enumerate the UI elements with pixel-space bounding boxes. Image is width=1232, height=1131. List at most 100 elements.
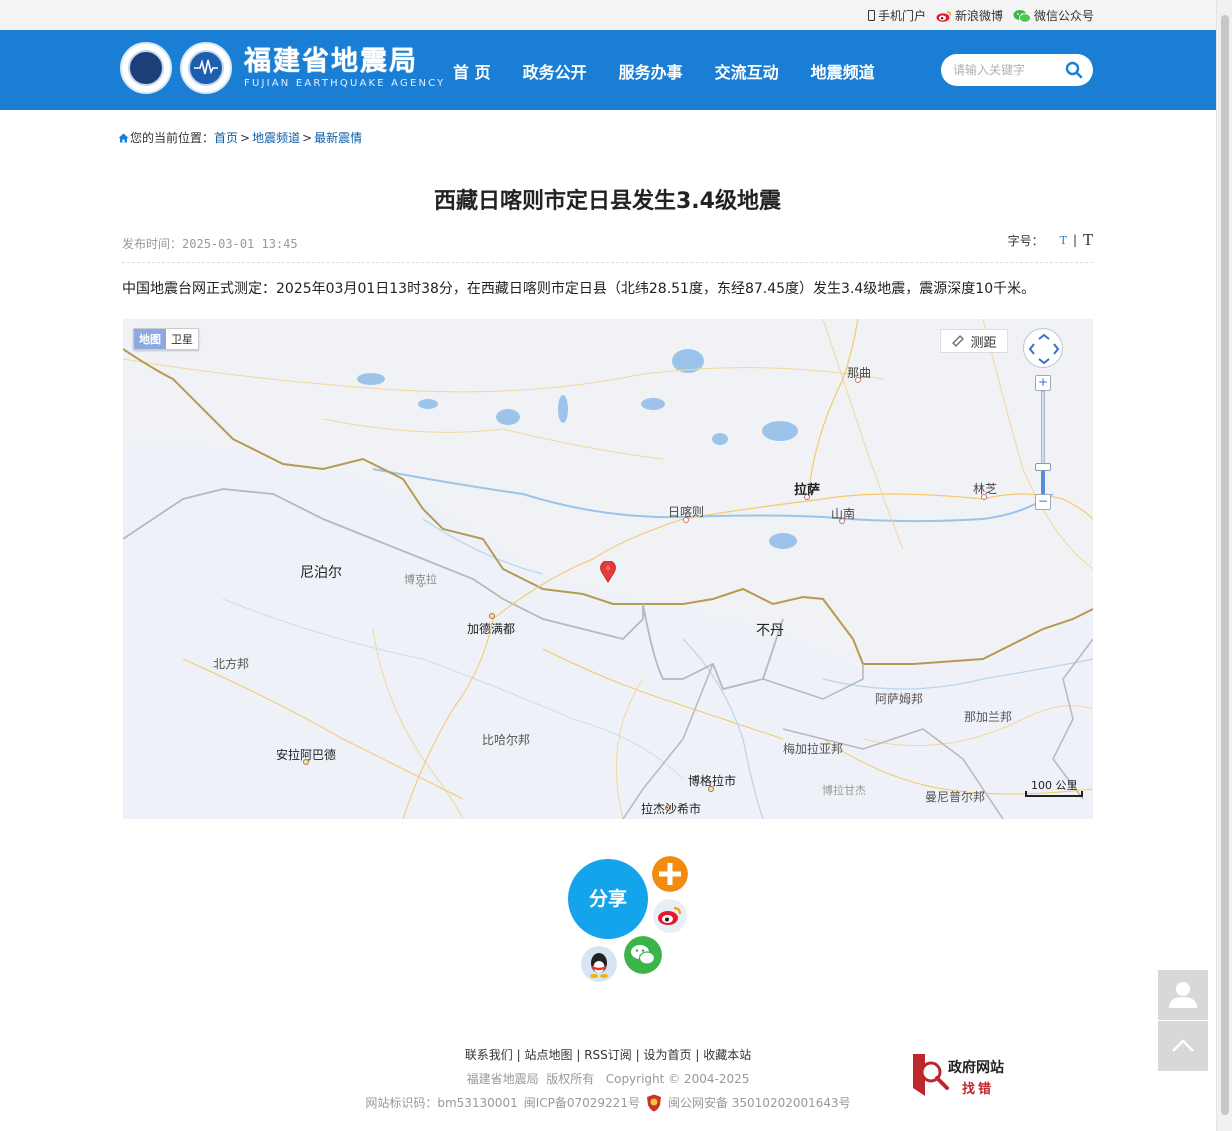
share-more-icon[interactable] [652,856,688,892]
gov-error-report-title: 政府网站 [948,1060,1004,1076]
ruler-icon [952,335,965,347]
icp-record-link[interactable]: 闽ICP备07029221号 [524,1091,640,1115]
footer-link-rss[interactable]: RSS订阅 [584,1048,632,1062]
map-pan-control[interactable] [1023,328,1063,368]
site-logo[interactable]: 福建省地震局 FUJIAN EARTHQUAKE AGENCY [120,42,446,94]
label-kathmandu: 加德满都 [467,622,516,636]
police-badge-icon [646,1094,661,1112]
cea-emblem-icon [120,42,172,94]
mobile-portal-link[interactable]: 手机门户 [867,7,926,24]
breadcrumb-earthquake-channel[interactable]: 地震频道 [252,129,300,146]
font-size-small-button[interactable]: T [1060,234,1067,247]
nav-services[interactable]: 服务办事 [619,59,683,83]
font-size-large-button[interactable]: T [1083,231,1093,249]
logo-chinese-name: 福建省地震局 [244,46,418,77]
breadcrumb-latest-quakes[interactable]: 最新震情 [314,129,362,146]
share-qq-icon[interactable] [581,946,617,982]
footer-link-bookmark[interactable]: 收藏本站 [703,1048,751,1062]
map-type-map[interactable]: 地图 [134,329,166,349]
scrollbar-thumb[interactable] [1221,15,1229,1115]
label-allahabad: 安拉阿巴德 [276,748,337,762]
logo-english-name: FUJIAN EARTHQUAKE AGENCY [244,78,446,89]
wechat-label: 微信公众号 [1033,9,1094,23]
label-assam: 阿萨姆邦 [875,692,924,706]
label-imphal: 曼尼普尔邦 [925,790,986,804]
nav-interaction[interactable]: 交流互动 [715,59,779,83]
page-scrollbar[interactable] [1216,0,1232,1131]
search-input[interactable] [953,60,1063,80]
publish-time: 2025-03-01 13:45 [182,237,298,251]
home-icon [118,133,129,142]
capital-dot [489,613,495,619]
weibo-label: 新浪微博 [954,9,1003,23]
label-nyingchi: 林芝 [973,482,998,496]
user-center-button[interactable] [1158,970,1208,1020]
phone-icon [867,10,875,21]
epicenter-marker-icon[interactable] [600,561,616,583]
footer-link-separator: | [695,1048,700,1062]
copyright-years: Copyright © 2004-2025 [605,1072,750,1086]
footer-link-separator: | [516,1048,521,1062]
label-shannan: 山南 [831,507,856,521]
wechat-icon [1013,9,1031,23]
label-naqu: 那曲 [847,366,872,380]
label-nepal: 尼泊尔 [300,565,342,581]
footer-registration: 网站标识码：bm53130001 闽ICP备07029221号 闽公网安备 35… [300,1091,916,1115]
zoom-slider-handle[interactable] [1035,463,1051,471]
weibo-link[interactable]: 新浪微博 [936,7,1003,24]
share-weibo-icon[interactable] [653,899,687,933]
nav-home[interactable]: 首 页 [453,59,491,83]
distance-measure-button[interactable]: 测距 [940,329,1008,353]
footer-link-contact[interactable]: 联系我们 [465,1048,513,1062]
city-dot [419,583,423,587]
breadcrumb-separator: > [302,130,313,145]
share-button[interactable]: 分享 [568,859,648,939]
gov-site-error-report[interactable]: 政府网站 找错 [911,1052,1011,1098]
nav-earthquake-channel[interactable]: 地震频道 [811,59,875,83]
label-shigatse: 日喀则 [668,505,705,519]
wechat-link[interactable]: 微信公众号 [1013,7,1094,24]
share-wechat-icon[interactable] [624,936,662,974]
main-nav: 首 页 政务公开 服务办事 交流互动 地震频道 [453,59,907,83]
footer-link-separator: | [576,1048,581,1062]
top-links: 手机门户 新浪微博 微信公众号 [867,7,1094,24]
breadcrumb-separator: > [240,130,251,145]
logo-text: 福建省地震局 FUJIAN EARTHQUAKE AGENCY [244,46,446,90]
footer-links: 联系我们 | 站点地图 | RSS订阅 | 设为首页 | 收藏本站 [300,1043,916,1067]
label-rajshahi: 拉杰沙希市 [641,802,702,816]
right-float-tools [1158,970,1208,1071]
pan-arrows-icon [1028,333,1060,365]
publish-label: 发布时间： [122,237,183,251]
zoom-in-button[interactable]: + [1035,375,1051,391]
search-icon[interactable] [1065,61,1083,79]
site-header: 福建省地震局 FUJIAN EARTHQUAKE AGENCY 首 页 政务公开… [0,30,1216,110]
label-bhutan: 不丹 [756,623,784,639]
label-meghalaya: 梅加拉亚邦 [783,742,844,756]
distance-measure-label: 测距 [970,335,997,351]
breadcrumb: 您的当前位置： 首页 > 地震频道 > 最新震情 [118,129,362,146]
top-utility-bar: 手机门户 新浪微博 微信公众号 [0,0,1216,30]
map-zoom-control: + − [1035,375,1051,510]
zoom-out-button[interactable]: − [1035,494,1051,510]
back-to-top-button[interactable] [1158,1021,1208,1071]
chevron-up-icon [1172,1039,1194,1052]
footer-copyright: 福建省地震局 版权所有 Copyright © 2004-2025 [300,1067,916,1091]
nav-government-affairs[interactable]: 政务公开 [523,59,587,83]
map-type-satellite[interactable]: 卫星 [166,329,198,349]
article-body: 中国地震台网正式测定：2025年03月01日13时38分，在西藏日喀则市定日县（… [122,281,1036,297]
mobile-portal-label: 手机门户 [877,9,926,23]
label-bogra: 博格拉市 [688,774,737,788]
fjea-emblem-icon [180,42,232,94]
search-box [941,54,1093,86]
footer-link-set-homepage[interactable]: 设为首页 [643,1048,691,1062]
police-record-link[interactable]: 闽公网安备 35010202001643号 [668,1091,851,1115]
map-scale-bar: 100 公里 [1025,777,1083,797]
epicenter-map[interactable]: 地图 卫星 测距 + − 那曲 拉萨 林芝 日喀则 山南 尼泊尔 博克拉 加德满… [123,319,1093,819]
copyright-rights: 版权所有 [546,1072,595,1086]
site-code: 网站标识码：bm53130001 [365,1096,518,1110]
article-title: 西藏日喀则市定日县发生3.4级地震 [434,189,781,214]
copyright-org: 福建省地震局 [466,1072,539,1086]
breadcrumb-home[interactable]: 首页 [214,129,238,146]
label-bihar: 比哈尔邦 [482,733,531,747]
footer-link-sitemap[interactable]: 站点地图 [524,1048,572,1062]
